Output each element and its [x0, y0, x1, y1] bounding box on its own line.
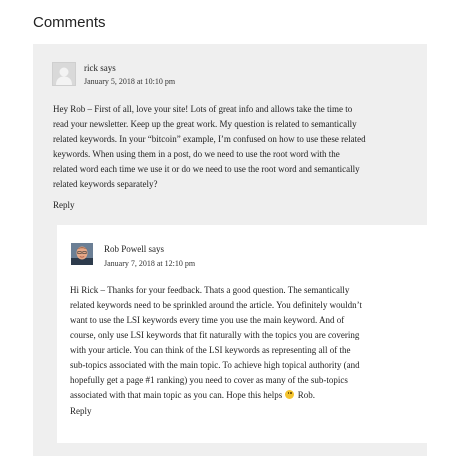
reply-author: Rob Powell says	[104, 244, 165, 254]
reply-body-line: hopefully get a page #1 ranking) you nee…	[70, 375, 348, 385]
comment-body-line: related word each time we use it or do w…	[53, 164, 360, 174]
avatar	[71, 243, 93, 265]
comment-body-line: related keywords separately?	[53, 179, 158, 189]
reply-date[interactable]: January 7, 2018 at 12:10 pm	[104, 259, 195, 268]
comment-author: rick says	[84, 63, 116, 73]
reply-body-line: course, only use LSI keywords that fit n…	[70, 330, 360, 340]
reply-body-line: sub-topics associated with the main topi…	[70, 360, 360, 370]
comment-date[interactable]: January 5, 2018 at 10:10 pm	[84, 77, 175, 86]
reply-signoff: Rob.	[297, 390, 315, 400]
reply-button[interactable]: Reply	[53, 200, 75, 210]
reply-body-line: with your article. You can think of the …	[70, 345, 351, 355]
comment-body-line: related keywords. In your “bitcoin” exam…	[53, 134, 366, 144]
comments-heading: Comments	[33, 14, 106, 31]
comment-body: Hey Rob – First of all, love your site! …	[53, 102, 366, 192]
smiley-icon	[285, 390, 295, 399]
reply-body-line: Hi Rick – Thanks for your feedback. That…	[70, 285, 350, 295]
reply-button[interactable]: Reply	[70, 406, 92, 416]
author-photo-icon	[71, 243, 93, 265]
avatar	[52, 62, 76, 86]
reply-body-text: associated with that main topic as you c…	[70, 390, 283, 400]
reply-body-line: want to use the LSI keywords every time …	[70, 315, 345, 325]
reply-body: Hi Rick – Thanks for your feedback. That…	[70, 283, 362, 403]
comment-body-line: Hey Rob – First of all, love your site! …	[53, 104, 353, 114]
comment-body-line: keywords. When using them in a post, do …	[53, 149, 340, 159]
reply-body-line: related keywords need to be sprinkled ar…	[70, 300, 363, 310]
comment-body-line: read your newsletter. Keep up the great …	[53, 119, 357, 129]
user-silhouette-icon	[53, 63, 75, 85]
reply-body-last-line: associated with that main topic as you c…	[70, 388, 362, 403]
